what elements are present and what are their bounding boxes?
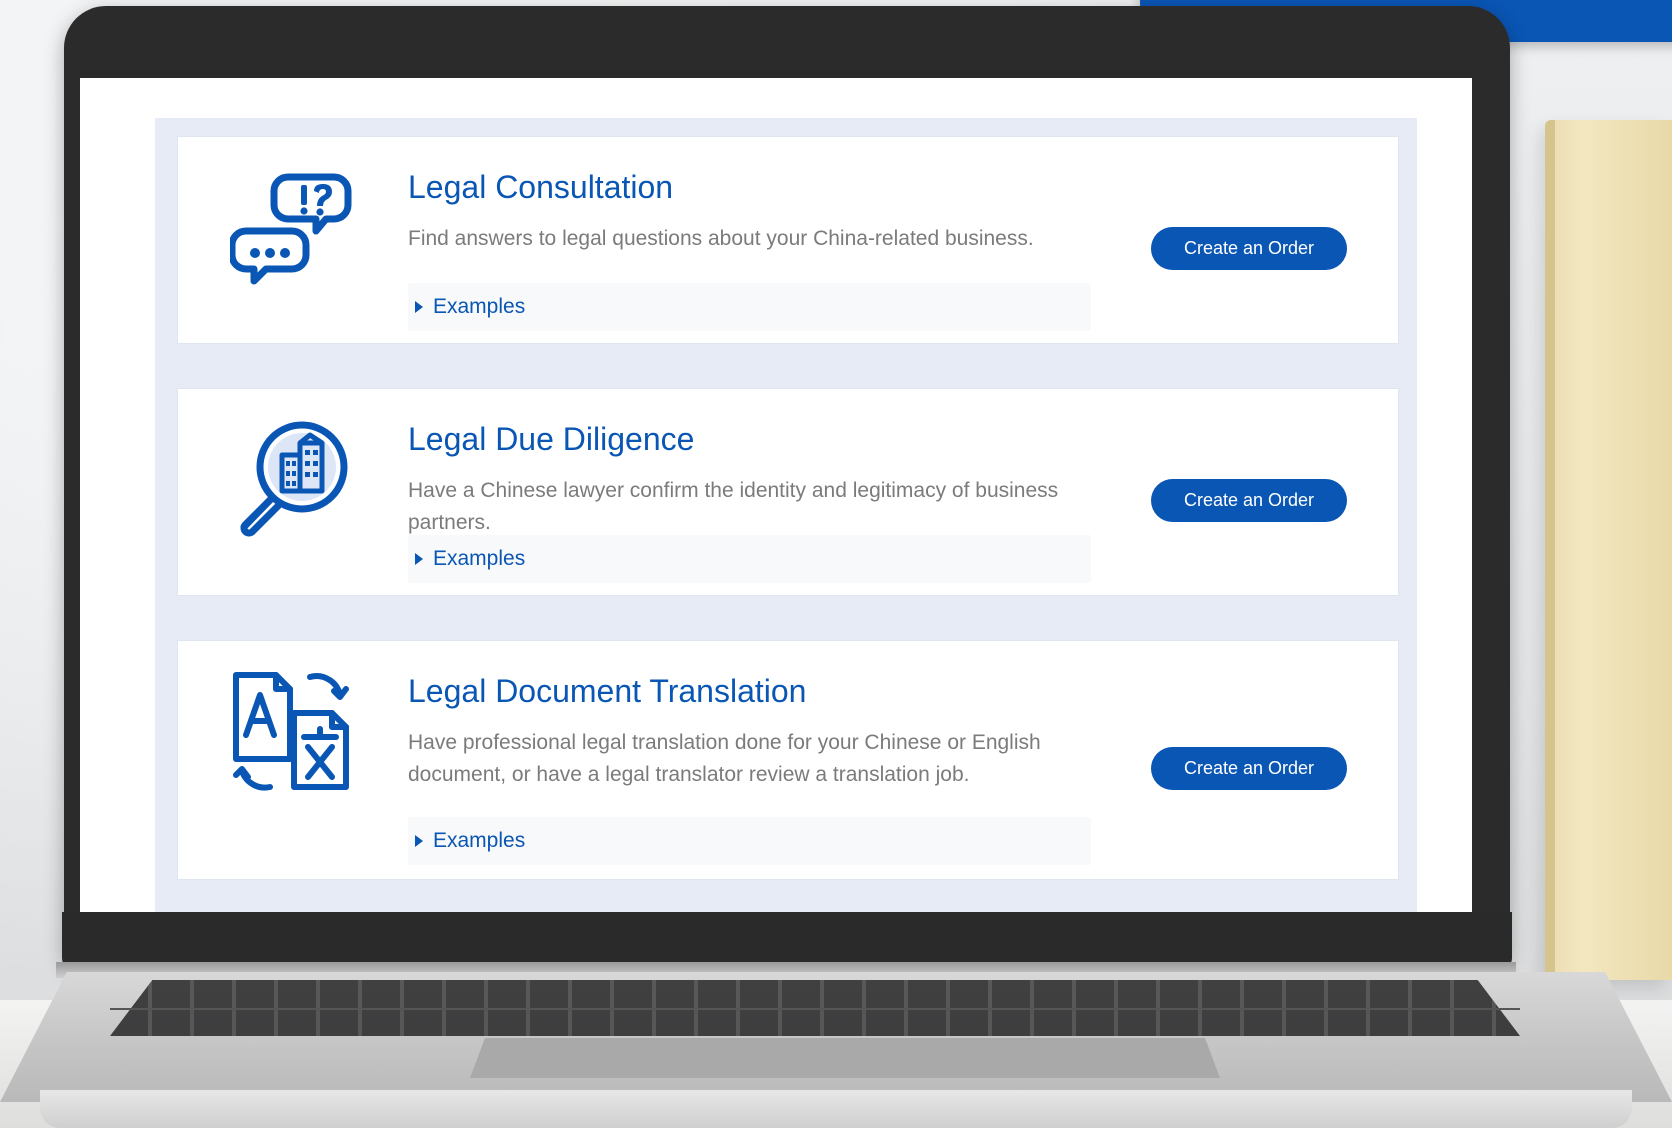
services-panel: Legal Consultation Find answers to legal…: [155, 118, 1417, 912]
create-order-button[interactable]: Create an Order: [1151, 227, 1347, 270]
service-description: Have a Chinese lawyer confirm the identi…: [408, 479, 1059, 534]
laptop-base-front: [40, 1090, 1632, 1128]
examples-toggle[interactable]: Examples: [408, 283, 1091, 331]
laptop-trackpad: [470, 1038, 1220, 1078]
book-spine: [1545, 120, 1555, 980]
laptop-screen: Legal Consultation Find answers to legal…: [80, 78, 1472, 912]
examples-toggle[interactable]: Examples: [408, 817, 1091, 865]
service-card-legal-due-diligence: Legal Due Diligence Have a Chinese lawye…: [177, 388, 1399, 596]
caret-right-icon: [415, 835, 423, 847]
examples-label: Examples: [433, 295, 526, 318]
speech-bubbles-icon: [230, 165, 354, 289]
document-translate-icon: [230, 669, 354, 793]
service-card-legal-document-translation: Legal Document Translation Have professi…: [177, 640, 1399, 880]
service-description: Have professional legal translation done…: [408, 731, 1041, 786]
service-title: Legal Consultation: [408, 169, 674, 205]
create-order-button[interactable]: Create an Order: [1151, 479, 1347, 522]
book-prop: [1545, 120, 1672, 980]
examples-toggle[interactable]: Examples: [408, 535, 1091, 583]
service-title: Legal Due Diligence: [408, 421, 695, 457]
caret-right-icon: [415, 301, 423, 313]
service-description: Find answers to legal questions about yo…: [408, 227, 1034, 250]
examples-label: Examples: [433, 829, 526, 852]
service-card-legal-consultation: Legal Consultation Find answers to legal…: [177, 136, 1399, 344]
magnifier-building-icon: [230, 417, 354, 541]
service-title: Legal Document Translation: [408, 673, 807, 709]
keyboard-row-divider: [110, 1008, 1520, 1010]
examples-label: Examples: [433, 547, 526, 570]
caret-right-icon: [415, 553, 423, 565]
create-order-button[interactable]: Create an Order: [1151, 747, 1347, 790]
